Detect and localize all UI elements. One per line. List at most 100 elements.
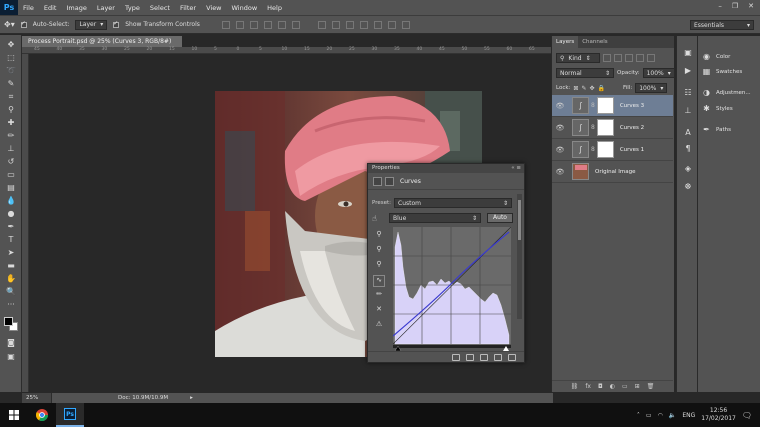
filter-type-icon[interactable] [625, 54, 633, 62]
menu-image[interactable]: Image [61, 4, 91, 12]
lock-transparent-icon[interactable]: ⊠ [573, 85, 578, 92]
align-left-icon[interactable] [263, 20, 272, 29]
move-tool-icon[interactable]: ✥▾ [4, 20, 15, 29]
layer-name[interactable]: Curves 1 [620, 147, 644, 153]
paragraph-icon[interactable]: ¶ [682, 144, 694, 154]
filter-pixel-icon[interactable] [603, 54, 611, 62]
clipping-warning-icon[interactable]: ⚠ [373, 320, 385, 332]
eraser-tool-icon[interactable]: ▭ [3, 169, 19, 180]
eye-icon[interactable]: 👁 [555, 102, 565, 110]
auto-select-target-dropdown[interactable]: Layer ▾ [75, 19, 108, 30]
preset-dropdown[interactable]: Custom ⇕ [394, 198, 513, 208]
layer-mask-thumbnail[interactable] [596, 141, 614, 158]
play-action-icon[interactable]: ▶ [682, 66, 694, 76]
foreground-color-swatch[interactable] [4, 317, 13, 326]
healing-brush-tool-icon[interactable]: ✚ [3, 117, 19, 128]
curves-adjustment-icon[interactable] [373, 176, 382, 186]
layer-name[interactable]: Curves 3 [620, 103, 644, 109]
align-right-icon[interactable] [291, 20, 300, 29]
link-icon[interactable]: 8 [591, 146, 595, 153]
distribute-center-icon[interactable] [373, 20, 382, 29]
volume-icon[interactable]: 🔈 [669, 412, 676, 419]
chrome-taskbar-button[interactable] [28, 403, 56, 427]
eye-icon[interactable]: 👁 [555, 146, 565, 154]
zoom-level[interactable]: 25% [22, 393, 52, 403]
pen-tool-icon[interactable]: ✒ [3, 221, 19, 232]
align-bottom-icon[interactable] [249, 20, 258, 29]
eye-icon[interactable]: 👁 [555, 168, 565, 176]
link-layers-icon[interactable]: ⛓ [571, 383, 579, 390]
gradient-tool-icon[interactable]: ▤ [3, 182, 19, 193]
more-tools-icon[interactable]: ··· [3, 299, 19, 310]
rectangle-tool-icon[interactable]: ▬ [3, 260, 19, 271]
filter-shape-icon[interactable] [636, 54, 644, 62]
crop-tool-icon[interactable]: ⌗ [3, 91, 19, 102]
mask-icon[interactable] [385, 176, 394, 186]
layer-row[interactable]: 👁 Original Image [552, 161, 673, 183]
distribute-top-icon[interactable] [317, 20, 326, 29]
minimize-button[interactable]: – [718, 2, 722, 10]
keyboard-language[interactable]: ENG [682, 412, 695, 419]
styles-panel-button[interactable]: ✱ Styles [702, 104, 733, 113]
type-tool-icon[interactable]: T [3, 234, 19, 245]
auto-select-checkbox[interactable] [20, 20, 27, 28]
filter-adjustment-icon[interactable] [614, 54, 622, 62]
marquee-tool-icon[interactable]: ⬚ [3, 52, 19, 63]
clone-stamp-tool-icon[interactable]: ⊥ [3, 143, 19, 154]
screen-mode-icon[interactable]: ▣ [3, 351, 19, 362]
channel-dropdown[interactable]: Blue ⇕ [389, 213, 481, 223]
start-button[interactable] [0, 403, 28, 427]
quick-mask-icon[interactable]: ◙ [3, 337, 19, 348]
auto-button[interactable]: Auto [487, 213, 513, 223]
menu-type[interactable]: Type [120, 4, 145, 12]
delete-layer-icon[interactable]: 🗑 [647, 383, 655, 390]
menu-edit[interactable]: Edit [39, 4, 62, 12]
swatches-panel-button[interactable]: ▦ Swatches [702, 67, 743, 76]
color-panel-button[interactable]: ◉ Color [702, 52, 730, 61]
show-hidden-icons-icon[interactable]: ˄ [637, 412, 640, 419]
new-adjustment-icon[interactable]: ◐ [610, 383, 615, 390]
layer-row[interactable]: 👁 ∫ 8 Curves 1 [552, 139, 673, 161]
properties-title-bar[interactable]: Properties « ≡ [368, 164, 524, 173]
menu-help[interactable]: Help [262, 4, 287, 12]
tab-channels[interactable]: Channels [578, 36, 611, 48]
visibility-icon[interactable] [494, 353, 502, 361]
layer-mask-thumbnail[interactable] [596, 119, 614, 136]
restore-button[interactable]: ❐ [732, 2, 738, 10]
eye-icon[interactable]: 👁 [555, 124, 565, 132]
lasso-tool-icon[interactable]: ➰ [3, 65, 19, 76]
clock[interactable]: 12:56 17/02/2017 [701, 407, 736, 423]
blend-mode-dropdown[interactable]: Normal ⇕ [556, 68, 614, 78]
distribute-middle-icon[interactable] [331, 20, 340, 29]
blur-tool-icon[interactable]: 💧 [3, 195, 19, 206]
layer-name[interactable]: Original Image [595, 169, 636, 175]
distribute-bottom-icon[interactable] [345, 20, 354, 29]
gray-point-eyedropper-icon[interactable]: ⚲ [373, 245, 385, 257]
character-icon[interactable]: A [682, 128, 694, 138]
layer-name[interactable]: Curves 2 [620, 125, 644, 131]
curves-graph[interactable] [393, 227, 511, 351]
photoshop-taskbar-button[interactable]: Ps [56, 403, 84, 427]
network-icon[interactable]: ▭ [646, 412, 652, 419]
panel-menu-icon[interactable]: « ≡ [511, 164, 521, 173]
reset-icon[interactable] [480, 353, 488, 361]
opacity-input[interactable]: 100% ▾ [642, 68, 675, 78]
align-top-icon[interactable] [221, 20, 230, 29]
paths-panel-button[interactable]: ✒ Paths [702, 125, 731, 134]
distribute-left-icon[interactable] [359, 20, 368, 29]
target-adjustment-icon[interactable]: ☝ [372, 214, 386, 223]
status-menu-arrow-icon[interactable]: ▸ [190, 395, 193, 401]
move-tool-icon[interactable]: ✥ [3, 39, 19, 50]
clip-to-layer-icon[interactable] [452, 353, 460, 361]
eyedropper-tool-icon[interactable]: ⚲ [3, 104, 19, 115]
tab-layers[interactable]: Layers [552, 36, 579, 48]
menu-file[interactable]: File [18, 4, 39, 12]
view-previous-icon[interactable] [466, 353, 474, 361]
menu-filter[interactable]: Filter [175, 4, 201, 12]
distribute-right-icon[interactable] [387, 20, 396, 29]
menu-window[interactable]: Window [227, 4, 263, 12]
fill-input[interactable]: 100% ▾ [635, 83, 668, 93]
edit-points-icon[interactable]: ∿ [373, 275, 385, 287]
close-button[interactable]: ✕ [748, 2, 754, 10]
add-mask-icon[interactable]: ◘ [598, 383, 603, 390]
